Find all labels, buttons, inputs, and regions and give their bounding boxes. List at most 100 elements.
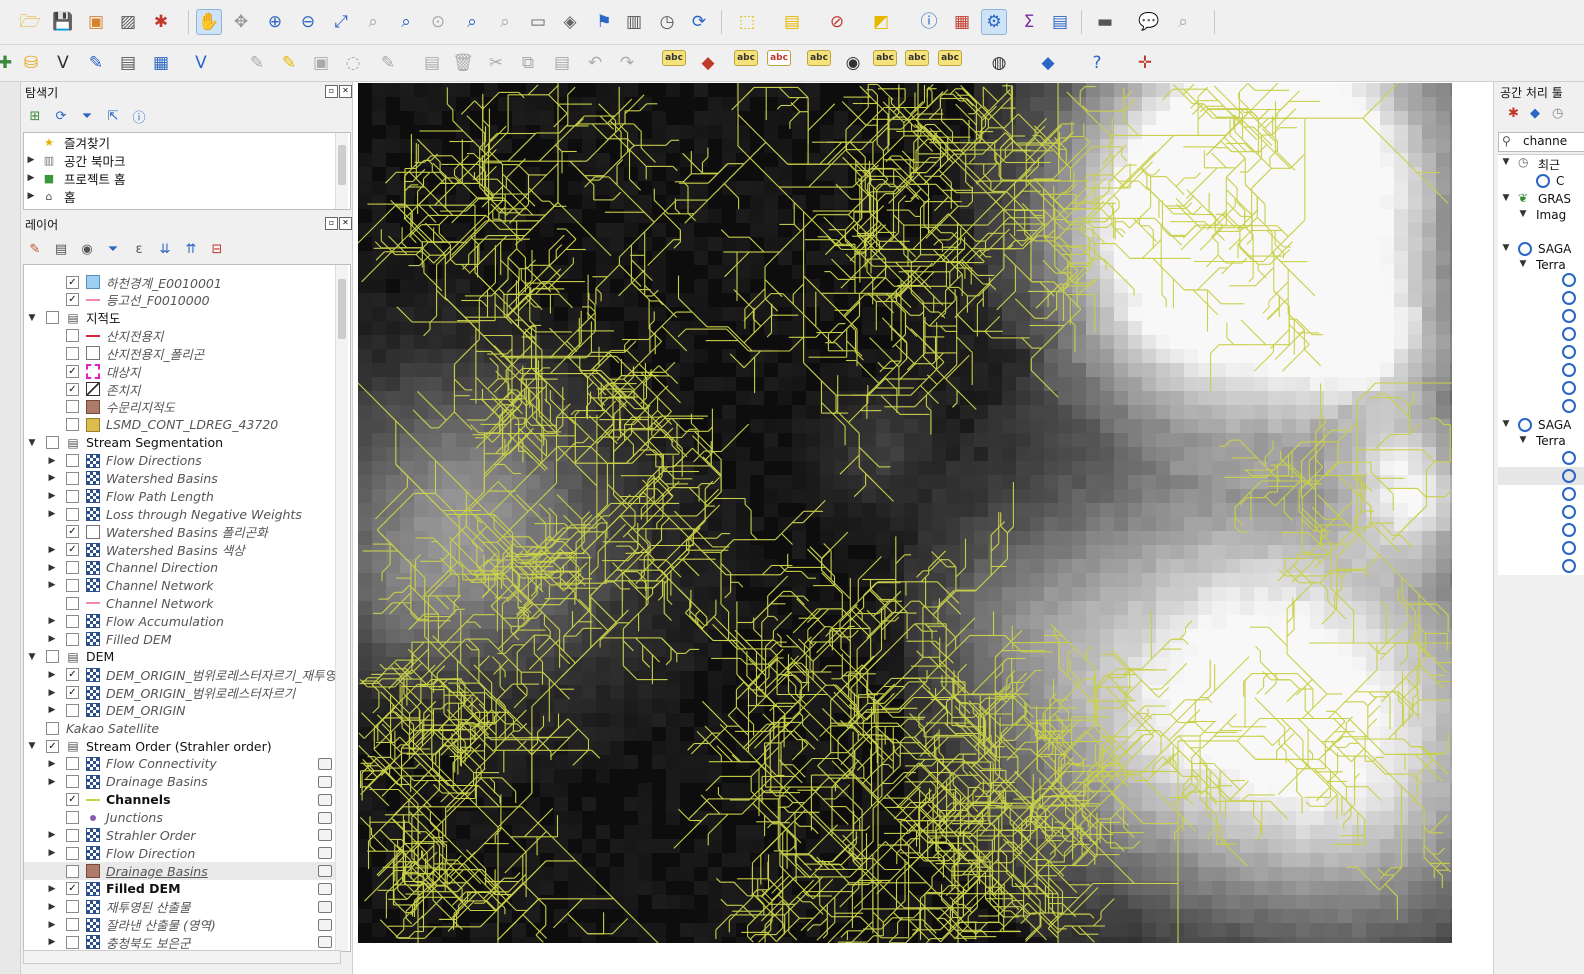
layer-row[interactable]: ▶ Watershed Basins (24, 469, 336, 487)
layer-visibility-checkbox[interactable]: ✓ (66, 275, 79, 289)
layer-row[interactable]: ▶ ✓ Watershed Basins 색상 (24, 541, 336, 559)
layer-row[interactable]: ▶ 재투영된 산출물 (24, 898, 336, 916)
layer-row[interactable]: ✓ 대상지 (24, 362, 336, 380)
layer-visibility-checkbox[interactable] (66, 561, 79, 575)
label-tool-button[interactable]: abc (734, 50, 758, 66)
layer-row[interactable]: ▶ Channel Direction (24, 559, 336, 577)
layer-row[interactable]: ▼ ▤ 지적도 (24, 309, 336, 327)
float-icon[interactable]: ▫ (325, 217, 338, 230)
embedded-widget-icon[interactable] (318, 936, 332, 949)
expand-arrow-icon[interactable]: ▶ (47, 884, 57, 894)
embedded-widget-icon[interactable] (318, 793, 332, 806)
layer-row[interactable]: Channel Network (24, 594, 336, 612)
layer-visibility-checkbox[interactable] (66, 471, 79, 485)
select-features-icon[interactable]: ⬚ (734, 9, 760, 35)
collapse-arrow-icon[interactable]: ▼ (27, 438, 37, 448)
layer-visibility-checkbox[interactable] (46, 311, 59, 325)
embedded-widget-icon[interactable] (318, 900, 332, 913)
expand-arrow-icon[interactable]: ▶ (47, 777, 57, 787)
layer-visibility-checkbox[interactable] (66, 900, 79, 914)
layer-row[interactable]: 산지전용지_폴리곤 (24, 344, 336, 362)
layer-visibility-checkbox[interactable] (66, 614, 79, 628)
layer-visibility-checkbox[interactable]: ✓ (66, 525, 79, 539)
data-source-icon[interactable]: ⛁ (18, 50, 44, 76)
modify-attrs-icon[interactable]: ▤ (419, 50, 445, 76)
layer-visibility-checkbox[interactable] (66, 864, 79, 878)
remove-layer-icon[interactable]: ⊟ (207, 239, 227, 259)
layer-row[interactable]: ▼ ▤ DEM (24, 648, 336, 666)
layer-visibility-checkbox[interactable] (66, 507, 79, 521)
edit-pencil-icon[interactable]: ✎ (244, 50, 270, 76)
embedded-widget-icon[interactable] (318, 865, 332, 878)
label-tool-button[interactable]: abc (905, 50, 929, 66)
add-group-icon[interactable]: ▤ (51, 239, 71, 259)
expand-arrow-icon[interactable]: ▶ (47, 616, 57, 626)
collapse-all-icon[interactable]: ⇈ (181, 239, 201, 259)
temporal-controller-icon[interactable]: ◷ (654, 9, 680, 35)
layer-visibility-checkbox[interactable] (66, 775, 79, 789)
layer-visibility-checkbox[interactable] (66, 757, 79, 771)
float-icon[interactable]: ▫ (325, 85, 338, 98)
layer-visibility-checkbox[interactable] (46, 436, 59, 450)
scroll-thumb[interactable] (338, 145, 346, 185)
browser-item-project-home[interactable]: ▶ ■ 프로젝트 홈 (24, 169, 336, 187)
close-icon[interactable]: ✕ (339, 85, 352, 98)
layer-visibility-checkbox[interactable]: ✓ (66, 686, 79, 700)
layer-visibility-checkbox[interactable]: ✓ (66, 793, 79, 807)
embedded-widget-icon[interactable] (318, 757, 332, 770)
expand-all-icon[interactable]: ⇊ (155, 239, 175, 259)
layer-row[interactable]: ▶ Flow Accumulation (24, 612, 336, 630)
print-layout-icon[interactable]: ▨ (115, 9, 141, 35)
zoom-full-icon[interactable]: ⤢ (328, 9, 354, 35)
save-edits-icon[interactable]: ▣ (308, 50, 334, 76)
measure-icon[interactable]: ▬ (1092, 9, 1118, 35)
expand-arrow-icon[interactable]: ▶ (47, 473, 57, 483)
layer-visibility-checkbox[interactable] (66, 346, 79, 360)
layer-visibility-checkbox[interactable] (66, 632, 79, 646)
new-3d-view-icon[interactable]: ◈ (557, 9, 583, 35)
open-field-calculator-icon[interactable]: ▤ (1047, 9, 1073, 35)
layer-row[interactable]: ▶ Flow Directions (24, 452, 336, 470)
zoom-in-icon[interactable]: ⊕ (262, 9, 288, 35)
undo-icon[interactable]: ↶ (582, 50, 608, 76)
layer-row[interactable]: ▶ Filled DEM (24, 630, 336, 648)
layer-visibility-checkbox[interactable] (66, 400, 79, 414)
layer-row[interactable]: ▶ ✓ Filled DEM (24, 880, 336, 898)
close-icon[interactable]: ✕ (339, 217, 352, 230)
map-canvas[interactable] (357, 82, 1464, 951)
copy-icon[interactable]: ⧉ (515, 50, 541, 76)
layers-scrollbar[interactable] (335, 265, 348, 951)
help-icon[interactable]: ? (1084, 50, 1110, 76)
layer-visibility-checkbox[interactable] (66, 418, 79, 432)
raster-grid-icon[interactable]: ▦ (148, 50, 174, 76)
layers-hscrollbar[interactable] (23, 950, 341, 964)
layer-row[interactable]: ▶ Strahler Order (24, 826, 336, 844)
layer-visibility-checkbox[interactable] (46, 650, 59, 664)
pan-hand-icon[interactable]: ✋ (196, 9, 222, 35)
layer-visibility-checkbox[interactable]: ✓ (66, 293, 79, 307)
expand-arrow-icon[interactable]: ▶ (47, 580, 57, 590)
label-tool-button[interactable]: abc (938, 50, 962, 66)
expand-arrow-icon[interactable]: ▶ (47, 848, 57, 858)
zoom-next-icon[interactable]: ⌕ (492, 9, 518, 35)
deselect-icon[interactable]: ⊘ (824, 9, 850, 35)
layer-row[interactable]: Drainage Basins (24, 862, 336, 881)
label-tool-button[interactable]: abc (767, 50, 791, 66)
layer-visibility-checkbox[interactable] (66, 828, 79, 842)
layer-row[interactable]: ▶ Loss through Negative Weights (24, 505, 336, 523)
label-color-icon[interactable]: ◆ (695, 50, 721, 76)
layer-visibility-checkbox[interactable] (66, 703, 79, 717)
layer-row[interactable]: ▶ ✓ DEM_ORIGIN_범위로레스터자르기 (24, 684, 336, 702)
expand-arrow-icon[interactable]: ▶ (47, 509, 57, 519)
embedded-widget-icon[interactable] (318, 775, 332, 788)
layer-visibility-checkbox[interactable] (66, 918, 79, 932)
attribute-table-icon[interactable]: ▦ (949, 9, 975, 35)
value-tool-icon[interactable]: V (188, 50, 214, 76)
layer-row[interactable]: 산지전용지 (24, 327, 336, 345)
expand-arrow-icon[interactable]: ▶ (47, 759, 57, 769)
delete-icon[interactable]: 🗑 (450, 50, 476, 76)
open-folder-icon[interactable]: 🗁 (17, 9, 43, 35)
refresh-icon[interactable]: ⟳ (686, 9, 712, 35)
layer-visibility-checkbox[interactable]: ✓ (66, 882, 79, 896)
layer-visibility-checkbox[interactable]: ✓ (66, 382, 79, 396)
